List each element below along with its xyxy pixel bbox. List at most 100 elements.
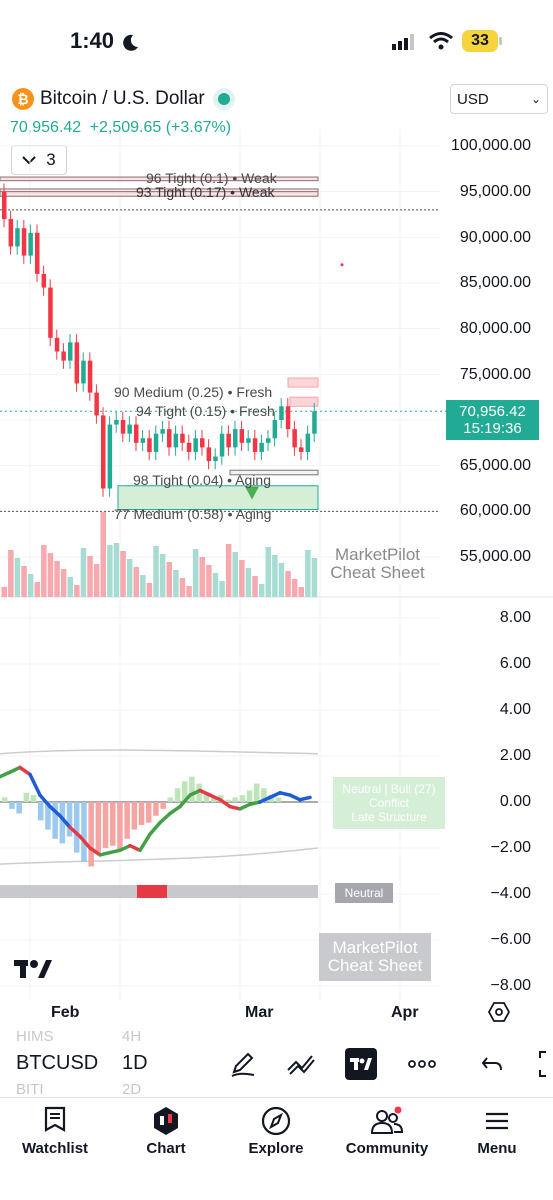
currency-select[interactable]: USD ⌄ [450, 84, 548, 114]
volume-bar [258, 584, 265, 597]
candle-body [114, 420, 119, 425]
volume-bar [225, 544, 232, 597]
oscillator-status-box: Neutral | Bull (27) Conflict Late Struct… [333, 777, 445, 829]
candle-body [226, 433, 231, 448]
histogram-bar [138, 802, 145, 825]
candle-body [239, 429, 245, 443]
volume-bar [54, 561, 60, 597]
fullscreen-button[interactable] [532, 1048, 553, 1080]
volume-bars [1, 512, 318, 597]
histogram-bar [102, 802, 109, 848]
volume-bar [126, 559, 133, 597]
state-strip-segment [137, 885, 167, 898]
candle-body [186, 442, 192, 452]
price-axis-label: 100,000.00 [450, 137, 531, 154]
undo-icon [481, 1057, 502, 1071]
histogram-bar [117, 802, 123, 851]
candle-body [233, 429, 238, 448]
supply-zone [287, 377, 319, 388]
status-bar: 1:40 33 [0, 0, 553, 80]
pen-icon [231, 1052, 255, 1077]
histogram-bar [254, 783, 260, 802]
tradingview-button[interactable] [345, 1048, 377, 1080]
supply-demand-zones [0, 176, 319, 511]
chart-settings-icon[interactable] [488, 1001, 510, 1023]
volume-bar [272, 555, 278, 597]
price-tag-countdown: 15:19:36 [463, 420, 522, 437]
volume-bar [34, 582, 40, 597]
tab-label: Community [345, 1140, 429, 1157]
price-tag-value: 70,956.42 [459, 403, 526, 420]
tab-community[interactable]: Community [337, 1106, 437, 1157]
price-axis-label: 65,000.00 [459, 457, 531, 474]
histogram-bar [239, 795, 246, 802]
candle-body [272, 420, 278, 439]
symbol-title[interactable]: ₿ Bitcoin / U.S. Dollar [12, 86, 237, 112]
candle-body [285, 406, 291, 430]
candle-body [167, 429, 172, 448]
volume-bar [166, 562, 172, 597]
volume-bar [219, 581, 225, 597]
volume-bar [140, 575, 146, 597]
volume-bar [93, 564, 100, 597]
symbol-selector[interactable]: BTCUSD [16, 1052, 98, 1075]
oscillator-axis-label: 8.00 [499, 609, 531, 626]
drawing-tools-button[interactable] [226, 1048, 258, 1080]
histogram-bar [2, 797, 8, 802]
histogram-bar [131, 802, 138, 830]
time-axis-label: Mar [245, 1004, 274, 1021]
tab-explore[interactable]: Explore [226, 1106, 326, 1157]
undo-button[interactable] [476, 1048, 508, 1080]
indicators-icon [287, 1055, 315, 1075]
volume-bar [74, 585, 80, 597]
tab-watchlist[interactable]: Watchlist [5, 1106, 105, 1157]
candle-body [21, 228, 27, 256]
histogram-bar [16, 802, 22, 814]
tab-menu[interactable]: Menu [447, 1106, 547, 1157]
volume-bar [285, 571, 291, 597]
more-icon [408, 1060, 436, 1068]
watchlist-icon [44, 1106, 66, 1132]
volume-bar [298, 587, 304, 597]
volume-bar [291, 579, 298, 597]
candle-body [54, 337, 60, 352]
candlesticks [2, 183, 317, 497]
indicators-button[interactable] [285, 1048, 317, 1080]
candle-body [61, 351, 66, 361]
signal-line-segment [168, 804, 182, 816]
candle-body [259, 442, 264, 452]
candle-body [101, 415, 106, 489]
tradingview-logo [14, 958, 54, 986]
volume-bar [212, 573, 219, 597]
oscillator-axis-label: −6.00 [490, 931, 531, 948]
candle-body [94, 392, 99, 416]
oscillator-axis-label: 4.00 [499, 701, 531, 718]
last-price-tag: 70,956.42 15:19:36 [446, 400, 539, 440]
tab-label: Chart [146, 1140, 186, 1157]
oscillator-status-line: Conflict [368, 796, 409, 810]
price-axis-label: 75,000.00 [459, 366, 531, 383]
candle-body [147, 438, 152, 452]
candle-body [127, 424, 132, 434]
candle-body [81, 360, 86, 384]
histogram-bar [167, 797, 174, 802]
candle-body [160, 429, 165, 434]
histogram-bar [146, 802, 152, 823]
volume-bar [305, 550, 311, 597]
zone-label: 77 Medium (0.58) • Aging [114, 506, 272, 522]
oscillator-axis-label: −8.00 [490, 977, 531, 994]
tab-chart[interactable]: Chart [116, 1106, 216, 1157]
price-chart[interactable] [0, 130, 553, 1010]
histogram-bar [110, 802, 116, 846]
more-button[interactable] [406, 1048, 438, 1080]
watermark-line2: Cheat Sheet [330, 563, 425, 582]
volume-bar [179, 578, 186, 597]
timeframe-selector[interactable]: 1D [122, 1052, 148, 1075]
price-axis-label: 55,000.00 [459, 548, 531, 565]
battery-cap [499, 37, 502, 45]
signal-line-segment [298, 795, 312, 802]
volume-bar [1, 587, 7, 597]
oscillator-axis-label: 6.00 [499, 655, 531, 672]
candle-body [120, 420, 126, 434]
candle-body [68, 342, 73, 361]
